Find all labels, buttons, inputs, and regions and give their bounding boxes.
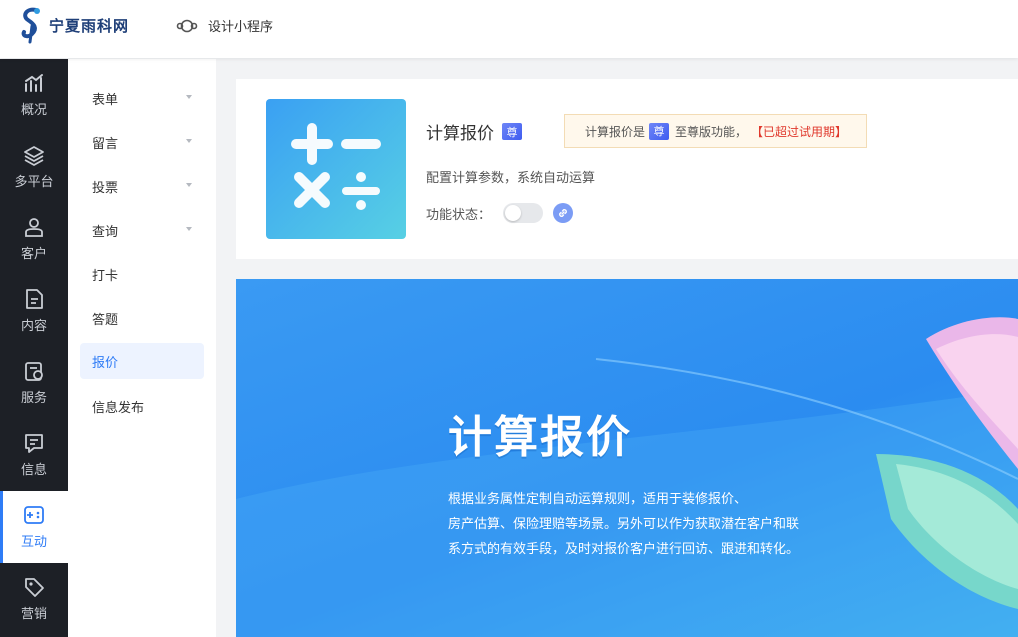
- service-icon: [25, 362, 43, 381]
- design-mini-program-link[interactable]: 设计小程序: [176, 16, 273, 35]
- nav-item-marketing[interactable]: 营销: [0, 563, 68, 635]
- nav-item-customers[interactable]: 客户: [0, 203, 68, 275]
- tag-icon: [25, 578, 44, 597]
- feature-description: 配置计算参数，系统自动运算: [426, 171, 596, 186]
- nav-label: 营销: [20, 607, 47, 622]
- chart-icon: [25, 74, 43, 92]
- vip-badge: 尊: [502, 123, 522, 140]
- submenu-label: 留言: [92, 136, 119, 152]
- nav-item-overview[interactable]: 概况: [0, 59, 68, 131]
- notice-prefix: 计算报价是: [585, 124, 646, 139]
- submenu-item-quiz[interactable]: 答题: [80, 300, 204, 336]
- caret-down-icon: [186, 95, 192, 99]
- banner-title: 计算报价: [448, 412, 632, 463]
- calculator-icon: [266, 99, 406, 239]
- nav-label: 内容: [20, 319, 47, 334]
- feature-banner: 计算报价 根据业务属性定制自动运算规则，适用于装修报价、 房产估算、保险理赔等场…: [236, 279, 1018, 637]
- submenu-label: 信息发布: [92, 400, 145, 416]
- banner-desc-line: 系方式的有效手段，及时对报价客户进行回访、跟进和转化。: [448, 542, 800, 557]
- banner-desc-line: 根据业务属性定制自动运算规则，适用于装修报价、: [448, 492, 748, 507]
- submenu-label: 打卡: [92, 268, 119, 284]
- nav-label: 服务: [20, 391, 47, 406]
- vip-badge: 尊: [649, 122, 670, 140]
- main-nav: 概况 多平台 客户 内容 服务 信息 互动 营销: [0, 59, 68, 637]
- submenu-item-quote[interactable]: 报价: [80, 343, 204, 379]
- status-label: 功能状态：: [426, 207, 492, 223]
- nav-label: 客户: [20, 247, 47, 262]
- mini-program-icon: [176, 19, 198, 32]
- submenu-label: 查询: [92, 224, 119, 240]
- banner-desc-line: 房产估算、保险理赔等场景。另外可以作为获取潜在客户和联: [448, 517, 800, 532]
- caret-down-icon: [186, 139, 192, 143]
- submenu-item-info-publish[interactable]: 信息发布: [80, 388, 204, 424]
- site-logo[interactable]: 宁夏雨科网: [18, 6, 129, 44]
- notice-warning: 【已超过试用期】: [751, 124, 848, 139]
- submenu-item-message[interactable]: 留言: [80, 124, 204, 160]
- nav-item-service[interactable]: 服务: [0, 347, 68, 419]
- gamepad-icon: [24, 506, 44, 524]
- nav-label: 互动: [20, 535, 47, 550]
- mini-program-label: 设计小程序: [208, 20, 274, 35]
- trial-expired-notice: 计算报价是 尊 至尊版功能， 【已超过试用期】: [564, 114, 867, 148]
- nav-label: 信息: [20, 463, 47, 478]
- banner-description: 根据业务属性定制自动运算规则，适用于装修报价、 房产估算、保险理赔等场景。另外可…: [448, 487, 848, 562]
- caret-down-icon: [186, 183, 192, 187]
- link-icon[interactable]: [553, 203, 574, 223]
- feature-status: 功能状态：: [426, 203, 574, 223]
- sub-menu: 表单 留言 投票 查询 打卡 答题 报价 信息发布: [68, 59, 216, 637]
- submenu-item-checkin[interactable]: 打卡: [80, 256, 204, 292]
- nav-item-content[interactable]: 内容: [0, 275, 68, 347]
- notice-suffix: 至尊版功能，: [675, 124, 748, 139]
- nav-item-messages[interactable]: 信息: [0, 419, 68, 491]
- nav-label: 概况: [20, 103, 47, 118]
- caret-down-icon: [186, 227, 192, 231]
- submenu-item-vote[interactable]: 投票: [80, 168, 204, 204]
- submenu-item-form[interactable]: 表单: [80, 80, 204, 116]
- submenu-label: 投票: [92, 180, 119, 196]
- feature-status-toggle[interactable]: [503, 203, 544, 223]
- message-icon: [25, 434, 43, 453]
- nav-item-interaction[interactable]: 互动: [0, 491, 68, 563]
- layers-icon: [24, 146, 44, 166]
- submenu-item-query[interactable]: 查询: [80, 212, 204, 248]
- nav-item-multiplatform[interactable]: 多平台: [0, 131, 68, 203]
- feature-card: 计算报价 尊 计算报价是 尊 至尊版功能， 【已超过试用期】 配置计算参数，系统…: [236, 79, 1018, 259]
- submenu-label: 表单: [92, 92, 119, 108]
- submenu-label: 报价: [92, 355, 119, 371]
- top-bar: 宁夏雨科网 设计小程序: [0, 0, 1018, 58]
- feature-title-text: 计算报价: [426, 124, 494, 144]
- submenu-label: 答题: [92, 312, 119, 328]
- user-icon: [25, 218, 43, 237]
- nav-label: 多平台: [14, 175, 54, 190]
- document-icon: [26, 289, 43, 309]
- logo-text: 宁夏雨科网: [49, 16, 130, 35]
- logo-icon: [21, 7, 40, 44]
- feature-title: 计算报价 尊: [426, 119, 522, 144]
